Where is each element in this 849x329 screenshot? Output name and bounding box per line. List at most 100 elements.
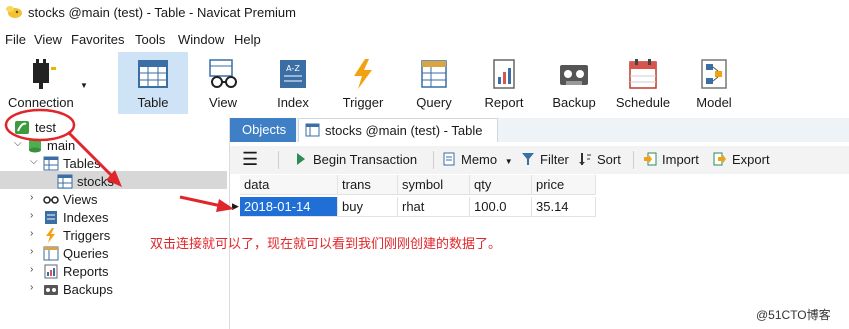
model-icon [701,59,727,89]
begin-transaction-label: Begin Transaction [313,152,418,167]
chevron-down-icon[interactable]: ⌵ [14,138,24,149]
filter-label: Filter [540,152,569,167]
toolbar-divider [633,151,634,169]
index-button[interactable]: A-Z Index [262,52,324,114]
connection-leaf-icon [15,121,29,134]
chevron-right-icon[interactable]: › [30,282,40,293]
column-header-symbol[interactable]: symbol [398,175,470,195]
begin-transaction-button[interactable]: Begin Transaction [294,152,417,167]
import-button[interactable]: Import [643,152,699,167]
transaction-icon [297,153,305,165]
query-icon [421,60,447,88]
tree-table-label: stocks [77,174,114,189]
connection-plug-icon [33,59,56,89]
report-icon [493,59,515,89]
tree-triggers-label: Triggers [63,228,111,243]
import-label: Import [662,152,699,167]
menu-window[interactable]: Window [178,32,224,47]
chevron-right-icon[interactable]: › [30,228,40,239]
table-cell-data[interactable]: 2018-01-14 [240,197,338,217]
tab-objects-label: Objects [242,122,287,137]
tree-backups-label: Backups [63,282,113,297]
import-icon [644,152,657,166]
connection-label: Connection [8,95,74,110]
tree-database-label: main [47,138,76,153]
menu-tools[interactable]: Tools [135,32,165,47]
tab-table-document[interactable]: stocks @main (test) - Table [298,118,498,142]
tables-icon [43,156,59,171]
trigger-label: Trigger [342,95,384,110]
table-cell-symbol[interactable]: rhat [398,197,470,217]
toolbar-divider [278,151,279,169]
queries-icon [43,246,59,261]
export-button[interactable]: Export [713,152,770,167]
views-glasses-icon [43,196,59,204]
connection-button[interactable]: ▼ Connection [4,52,88,114]
column-header-price[interactable]: price [532,175,596,195]
table-cell-qty[interactable]: 100.0 [470,197,532,217]
svg-text:A-Z: A-Z [286,64,300,73]
trigger-lightning-icon [354,59,372,89]
tree-indexes-label: Indexes [63,210,109,225]
database-icon [29,138,41,153]
triggers-lightning-icon [46,228,55,243]
tree-reports-label: Reports [63,264,109,279]
column-header-trans[interactable]: trans [338,175,398,195]
export-icon [713,152,726,166]
chevron-right-icon[interactable]: › [30,246,40,257]
tab-document-label: stocks @main (test) - Table [325,123,483,138]
chevron-down-icon[interactable]: ▼ [80,81,88,90]
window-title: stocks @main (test) - Table - Navicat Pr… [28,5,296,20]
tree-views-label: Views [63,192,98,207]
query-label: Query [416,95,452,110]
memo-button[interactable]: Memo ▼ [442,152,513,167]
model-label: Model [696,95,732,110]
tab-objects[interactable]: Objects [230,118,296,142]
report-button[interactable]: Report [473,52,535,114]
column-header-qty[interactable]: qty [470,175,532,195]
report-label: Report [484,95,524,110]
view-button[interactable]: View [192,52,254,114]
model-button[interactable]: Model [683,52,745,114]
table-icon [138,60,168,88]
sort-button[interactable]: Sort [578,152,621,167]
chevron-down-icon[interactable]: ⌵ [30,156,40,167]
memo-label: Memo [461,152,498,167]
query-button[interactable]: Query [403,52,465,114]
menu-help[interactable]: Help [234,32,261,47]
menu-favorites[interactable]: Favorites [71,32,124,47]
schedule-button[interactable]: Schedule [610,52,676,114]
table-cell-price[interactable]: 35.14 [532,197,596,217]
menu-file[interactable]: File [5,32,26,47]
chevron-right-icon[interactable]: › [30,192,40,203]
sort-label: Sort [597,152,621,167]
table-toolbar: ☰ Begin Transaction Memo ▼ Filter Sort I… [230,146,849,175]
tree-queries-label: Queries [63,246,109,261]
backup-tape-icon [560,65,588,85]
table-icon [57,174,73,189]
view-glasses-icon [209,59,237,88]
toolbar-divider [433,151,434,169]
table-cell-trans[interactable]: buy [338,197,398,217]
annotation-text: 双击连接就可以了，现在就可以看到我们刚刚创建的数据了。 [150,236,502,251]
chevron-right-icon[interactable]: › [30,264,40,275]
tree-tables-label: Tables [63,156,101,171]
current-row-indicator-icon: ▶ [232,201,239,211]
watermark-text: @51CTO博客 [756,308,831,322]
index-label: Index [277,95,309,110]
chevron-right-icon[interactable]: › [30,210,40,221]
tab-bar: Objects stocks @main (test) - Table [230,118,849,142]
menu-view[interactable]: View [34,32,62,47]
filter-button[interactable]: Filter [521,152,569,167]
trigger-button[interactable]: Trigger [332,52,394,114]
memo-icon [443,152,455,166]
filter-funnel-icon [522,153,534,165]
object-tree: test ⌵ main ⌵ Tables stocks › Views › In… [0,117,230,329]
column-header-data[interactable]: data [240,175,338,195]
export-label: Export [732,152,770,167]
tree-connection-label: test [35,120,56,135]
table-button[interactable]: Table [118,52,188,114]
hamburger-menu-icon[interactable]: ☰ [242,149,258,170]
backup-button[interactable]: Backup [543,52,605,114]
reports-icon [44,264,58,279]
